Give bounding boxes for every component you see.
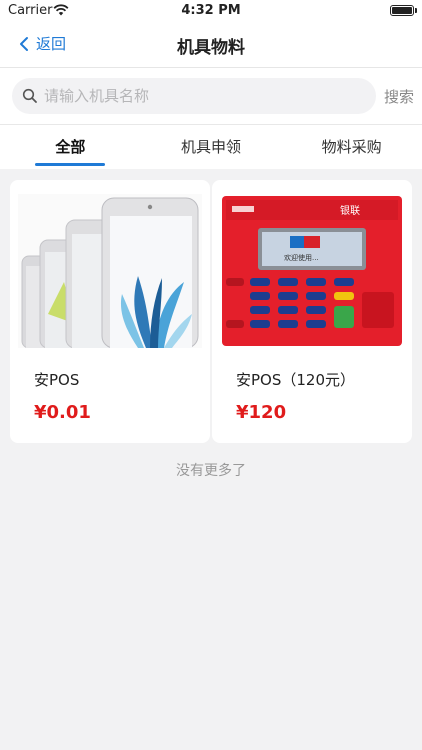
product-card[interactable]: 银联 欢迎使用... 安POS（120元） ¥120 bbox=[212, 180, 412, 443]
battery-icon bbox=[390, 5, 414, 16]
search-button[interactable]: 搜索 bbox=[384, 86, 414, 107]
search-input[interactable] bbox=[44, 87, 344, 105]
status-bar: Carrier 4:32 PM bbox=[0, 0, 422, 22]
clock: 4:32 PM bbox=[181, 3, 241, 18]
tab-device-apply[interactable]: 机具申领 bbox=[141, 125, 282, 169]
tab-all-label: 全部 bbox=[55, 138, 86, 156]
product-price: ¥0.01 bbox=[34, 402, 91, 423]
page-title: 机具物料 bbox=[177, 38, 245, 58]
tab-bar: 全部 机具申领 物料采购 bbox=[0, 125, 422, 169]
search-bar: 搜索 bbox=[0, 68, 422, 124]
product-grid: 安POS ¥0.01 银联 欢迎使用... 安POS（120元） ¥120 bbox=[10, 180, 412, 443]
product-card[interactable]: 安POS ¥0.01 bbox=[10, 180, 210, 443]
search-field[interactable] bbox=[12, 78, 376, 114]
product-name: 安POS（120元） bbox=[236, 371, 356, 389]
pos-terminal-image: 银联 欢迎使用... bbox=[220, 194, 404, 348]
product-price: ¥120 bbox=[236, 402, 287, 423]
tab-material-purchase-label: 物料采购 bbox=[321, 138, 382, 156]
active-tab-indicator bbox=[35, 163, 106, 166]
iphone-image bbox=[18, 194, 202, 348]
no-more-label: 没有更多了 bbox=[176, 463, 246, 479]
battery-tip bbox=[415, 8, 417, 13]
svg-text:银联: 银联 bbox=[340, 204, 360, 217]
tab-material-purchase[interactable]: 物料采购 bbox=[281, 125, 422, 169]
tab-device-apply-label: 机具申领 bbox=[181, 138, 242, 156]
product-name: 安POS bbox=[34, 371, 80, 389]
search-icon bbox=[22, 88, 37, 103]
pos-welcome-text: 欢迎使用... bbox=[284, 253, 319, 262]
tab-all[interactable]: 全部 bbox=[0, 125, 141, 169]
navigation-bar: 返回 机具物料 bbox=[0, 22, 422, 67]
